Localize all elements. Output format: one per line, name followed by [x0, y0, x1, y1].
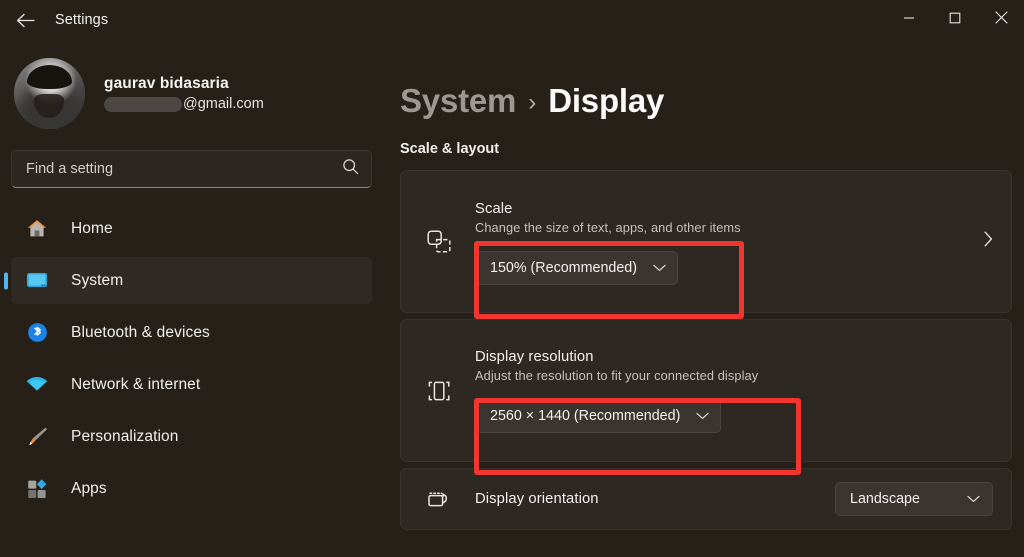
chevron-down-icon — [696, 412, 709, 420]
chevron-down-icon — [967, 495, 980, 503]
maximize-icon — [949, 11, 961, 29]
close-icon — [994, 11, 1008, 29]
bluetooth-icon — [24, 321, 50, 345]
home-icon — [24, 217, 50, 241]
resolution-subtitle: Adjust the resolution to fit your connec… — [475, 367, 759, 383]
scale-dropdown[interactable]: 150% (Recommended) — [475, 250, 679, 285]
scale-dropdown-value: 150% (Recommended) — [490, 259, 638, 276]
breadcrumb-parent[interactable]: System — [400, 82, 516, 120]
search-input[interactable] — [26, 161, 342, 177]
apps-icon — [24, 477, 50, 501]
back-button[interactable] — [4, 3, 46, 37]
resolution-icon — [422, 378, 456, 404]
window-controls — [886, 0, 1024, 40]
section-title: Scale & layout — [400, 141, 500, 157]
breadcrumb-separator: › — [528, 89, 537, 116]
orientation-dropdown-value: Landscape — [850, 491, 920, 507]
minimize-icon — [903, 11, 915, 29]
sidebar-item-network-internet[interactable]: Network & internet — [11, 361, 372, 408]
maximize-button[interactable] — [932, 0, 978, 40]
sidebar-item-label: Apps — [71, 479, 107, 497]
account-email-domain: @gmail.com — [183, 96, 264, 112]
settings-window: Settings gaurav bidasaria @gmail.com Fin… — [0, 0, 1024, 557]
orientation-title: Display orientation — [475, 491, 599, 507]
redacted-email-local — [104, 96, 182, 112]
search-box[interactable] — [11, 150, 372, 188]
sidebar-item-label: Bluetooth & devices — [71, 323, 210, 341]
scale-icon — [422, 229, 456, 255]
scale-subtitle: Change the size of text, apps, and other… — [475, 219, 741, 235]
search-icon[interactable] — [342, 158, 359, 180]
sidebar-item-system[interactable]: System — [11, 257, 372, 304]
resolution-dropdown[interactable]: 2560 × 1440 (Recommended) — [475, 398, 722, 433]
sidebar-item-home[interactable]: Home — [11, 205, 372, 252]
sidebar-item-personalization[interactable]: Personalization — [11, 413, 372, 460]
avatar — [14, 58, 85, 129]
monitor-icon — [24, 269, 50, 293]
scale-card[interactable]: Scale Change the size of text, apps, and… — [400, 170, 1012, 313]
sidebar-item-bluetooth-devices[interactable]: Bluetooth & devices — [11, 309, 372, 356]
window-body: gaurav bidasaria @gmail.com Find a setti… — [0, 40, 1024, 557]
paintbrush-icon — [24, 425, 50, 449]
scale-card-body: Scale Change the size of text, apps, and… — [456, 199, 963, 285]
sidebar-item-label: Personalization — [71, 427, 179, 445]
resolution-card-body: Display resolution Adjust the resolution… — [456, 349, 993, 433]
sidebar-item-label: Home — [71, 219, 113, 237]
chevron-down-icon — [653, 264, 666, 272]
sidebar: gaurav bidasaria @gmail.com Find a setti… — [0, 40, 390, 557]
resolution-card[interactable]: Display resolution Adjust the resolution… — [400, 319, 1012, 462]
account-email: @gmail.com — [104, 96, 264, 112]
sidebar-nav: Home System Bluetooth & devices Network … — [0, 205, 390, 512]
orientation-card[interactable]: Display orientation Landscape — [400, 468, 1012, 530]
account-name: gaurav bidasaria — [104, 75, 229, 92]
account-profile[interactable]: gaurav bidasaria @gmail.com — [0, 40, 390, 145]
resolution-title: Display resolution — [475, 348, 594, 365]
main-content: System › Display Scale & layout Scale Ch… — [390, 40, 1024, 557]
orientation-dropdown[interactable]: Landscape — [835, 482, 993, 516]
sidebar-item-apps[interactable]: Apps — [11, 465, 372, 512]
settings-card-list: Scale Change the size of text, apps, and… — [400, 170, 1024, 530]
close-button[interactable] — [978, 0, 1024, 40]
wifi-icon — [24, 373, 50, 397]
title-bar: Settings — [0, 0, 1024, 40]
breadcrumb: System › Display — [400, 82, 1024, 120]
scale-title: Scale — [475, 200, 513, 217]
sidebar-item-label: Network & internet — [71, 375, 201, 393]
account-text: gaurav bidasaria @gmail.com — [104, 75, 264, 112]
resolution-dropdown-value: 2560 × 1440 (Recommended) — [490, 407, 681, 424]
minimize-button[interactable] — [886, 0, 932, 40]
sidebar-item-label: System — [71, 271, 124, 289]
orientation-card-body: Display orientation Landscape — [456, 482, 993, 516]
chevron-right-icon — [984, 231, 993, 252]
rotate-display-icon — [422, 487, 456, 511]
back-arrow-icon — [16, 13, 35, 28]
page-title: Display — [548, 82, 665, 119]
window-title: Settings — [55, 12, 109, 28]
scale-card-expand[interactable] — [963, 231, 993, 252]
